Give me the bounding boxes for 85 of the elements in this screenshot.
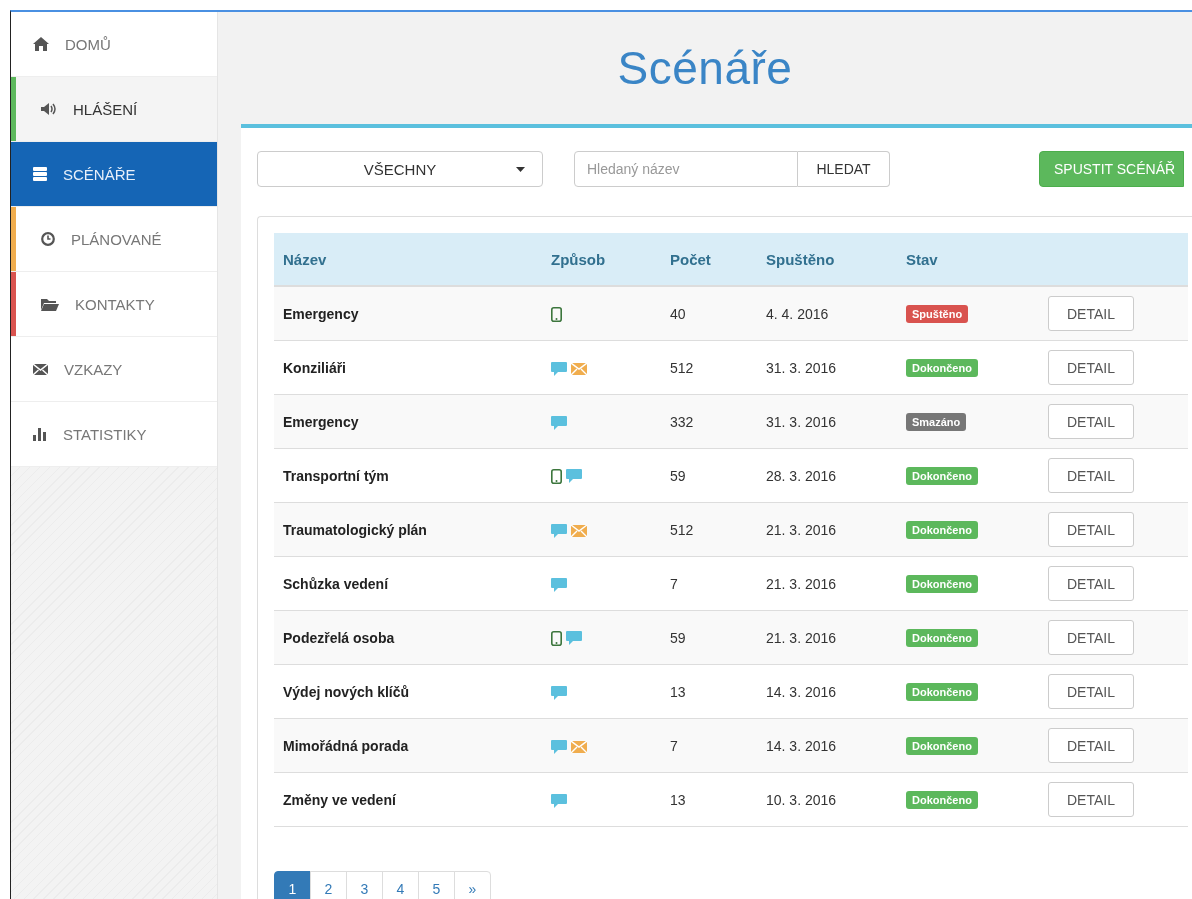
- sidebar-item[interactable]: KONTAKTY: [11, 272, 217, 337]
- sidebar-item[interactable]: VZKAZY: [11, 337, 217, 402]
- table-cell: 14. 3. 2016: [757, 718, 897, 773]
- sidebar-item[interactable]: HLÁŠENÍ: [11, 77, 217, 142]
- envelope-icon: [571, 524, 587, 537]
- status-label: Dokončeno: [906, 520, 978, 539]
- chat-bubble-icon: [551, 361, 567, 376]
- table-cell: Schůzka vedení: [274, 556, 542, 611]
- server-icon: [33, 167, 47, 181]
- table-cell: 31. 3. 2016: [757, 340, 897, 395]
- detail-button[interactable]: DETAIL: [1048, 782, 1134, 817]
- table-cell: 13: [661, 772, 757, 827]
- table-cell: 7: [661, 556, 757, 611]
- phone-icon: [551, 630, 562, 646]
- chat-bubble-icon: [566, 469, 582, 484]
- table-cell: 28. 3. 2016: [757, 448, 897, 503]
- table-cell: 31. 3. 2016: [757, 394, 897, 449]
- status-label: Dokončeno: [906, 466, 978, 485]
- detail-button[interactable]: DETAIL: [1048, 296, 1134, 331]
- table-cell: 21. 3. 2016: [757, 502, 897, 557]
- table-cell: 512: [661, 340, 757, 395]
- table-cell: Traumatologický plán: [274, 502, 542, 557]
- status-label: Dokončeno: [906, 682, 978, 701]
- detail-button[interactable]: DETAIL: [1048, 458, 1134, 493]
- table-cell: 40: [661, 286, 757, 341]
- detail-button[interactable]: DETAIL: [1048, 350, 1134, 385]
- table-cell: 13: [661, 664, 757, 719]
- chat-bubble-icon: [551, 415, 567, 430]
- table-cell: 21. 3. 2016: [757, 556, 897, 611]
- envelope-icon: [571, 740, 587, 753]
- search-button[interactable]: HLEDAT: [798, 151, 890, 187]
- chat-bubble-icon: [551, 739, 567, 754]
- page-link[interactable]: »: [454, 871, 491, 899]
- page-title: Scénáře: [616, 41, 794, 96]
- chat-bubble-icon: [551, 523, 567, 538]
- sidebar-item[interactable]: SCÉNÁŘE: [11, 142, 217, 207]
- page-link[interactable]: 1: [274, 871, 311, 899]
- bar-chart-icon: [33, 427, 47, 441]
- home-icon: [33, 37, 49, 51]
- table-cell: 7: [661, 718, 757, 773]
- table-cell: 21. 3. 2016: [757, 610, 897, 665]
- table-cell: Změny ve vedení: [274, 772, 542, 827]
- speaker-icon: [41, 103, 57, 115]
- detail-button[interactable]: DETAIL: [1048, 620, 1134, 655]
- envelope-icon: [571, 362, 587, 375]
- detail-button[interactable]: DETAIL: [1048, 404, 1134, 439]
- status-label: Dokončeno: [906, 628, 978, 647]
- table-cell: Podezřelá osoba: [274, 610, 542, 665]
- chat-bubble-icon: [566, 631, 582, 646]
- table-cell: Výdej nových klíčů: [274, 664, 542, 719]
- table-cell: 59: [661, 448, 757, 503]
- status-label: Dokončeno: [906, 736, 978, 755]
- page-link[interactable]: 2: [310, 871, 347, 899]
- table-cell: 332: [661, 394, 757, 449]
- clock-icon: [41, 232, 55, 246]
- table-cell: 14. 3. 2016: [757, 664, 897, 719]
- status-label: Dokončeno: [906, 574, 978, 593]
- table-cell: Emergency: [274, 286, 542, 341]
- detail-button[interactable]: DETAIL: [1048, 566, 1134, 601]
- table-cell: Transportní tým: [274, 448, 542, 503]
- status-label: Dokončeno: [906, 358, 978, 377]
- sidebar-item[interactable]: PLÁNOVANÉ: [11, 207, 217, 272]
- detail-button[interactable]: DETAIL: [1048, 674, 1134, 709]
- table-cell: 512: [661, 502, 757, 557]
- detail-button[interactable]: DETAIL: [1048, 512, 1134, 547]
- phone-icon: [551, 306, 562, 322]
- table-cell: 4. 4. 2016: [757, 286, 897, 341]
- table-cell: 59: [661, 610, 757, 665]
- detail-button[interactable]: DETAIL: [1048, 728, 1134, 763]
- folder-icon: [41, 297, 59, 311]
- envelope-icon: [33, 363, 48, 375]
- chat-bubble-icon: [551, 793, 567, 808]
- table-cell: Emergency: [274, 394, 542, 449]
- table-cell: Konziliáři: [274, 340, 542, 395]
- status-label: Smazáno: [906, 412, 967, 431]
- phone-icon: [551, 468, 562, 484]
- caret-icon: [516, 167, 525, 172]
- status-label: Spuštěno: [906, 304, 969, 323]
- filter-dropdown[interactable]: VŠECHNY: [257, 151, 543, 187]
- chat-bubble-icon: [551, 685, 567, 700]
- table-cell: 10. 3. 2016: [757, 772, 897, 827]
- chat-bubble-icon: [551, 577, 567, 592]
- search-field[interactable]: Hledaný název: [574, 151, 798, 187]
- status-label: Dokončeno: [906, 790, 978, 809]
- table-cell: Mimořádná porada: [274, 718, 542, 773]
